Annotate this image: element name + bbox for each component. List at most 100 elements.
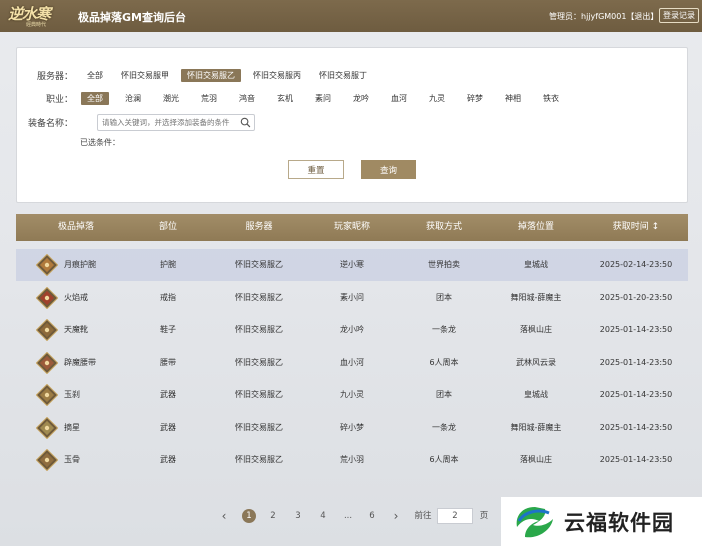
reset-button[interactable]: 重置 (288, 160, 344, 179)
cell-slot: 武器 (160, 455, 176, 464)
cell-server: 怀旧交易服乙 (235, 422, 283, 432)
cell-item-name: 天魔靴 (64, 325, 88, 334)
server-option-ding[interactable]: 怀旧交易服丁 (313, 69, 373, 82)
page-1-button[interactable]: 1 (242, 509, 256, 523)
page-3-button[interactable]: 3 (292, 508, 304, 524)
class-option-jiuling[interactable]: 九灵 (423, 92, 451, 105)
item-icon (36, 351, 58, 374)
class-option-longyin[interactable]: 龙吟 (347, 92, 375, 105)
selected-conditions-label: 已选条件： (80, 138, 120, 147)
equip-label: 装备名称： (27, 119, 73, 129)
class-option-tieyi[interactable]: 铁衣 (537, 92, 565, 105)
class-option-suimeng[interactable]: 碎梦 (461, 92, 489, 105)
class-option-hongyin[interactable]: 鸿音 (233, 92, 261, 105)
cell-method: 一条龙 (432, 422, 456, 432)
watermark: 云福软件园 (501, 497, 702, 546)
cell-time: 2025-01-14-23:50 (599, 357, 673, 367)
col-method: 获取方式 (425, 222, 462, 232)
class-option-shenxiang[interactable]: 神相 (499, 92, 527, 105)
equip-filter-row: 装备名称： (17, 116, 73, 129)
cell-item-name: 玉刹 (64, 390, 80, 399)
equip-search-input[interactable] (98, 115, 236, 130)
cell-server: 怀旧交易服乙 (235, 390, 283, 399)
cell-method: 团本 (436, 292, 452, 302)
table-body: 月痕护腕 护腕 怀旧交易服乙 逆小寒 世界拍卖 皇城战 2025-02-14-23:50 火焰… (16, 249, 688, 483)
cell-method: 一条龙 (432, 325, 456, 334)
col-player: 玩家昵称 (333, 222, 370, 232)
goto-page-input[interactable]: 2 (437, 508, 473, 524)
cell-slot: 护腕 (160, 260, 176, 269)
col-slot: 部位 (158, 222, 177, 232)
cell-server: 怀旧交易服乙 (235, 292, 283, 302)
prev-page-button[interactable]: ‹ (218, 508, 230, 524)
item-icon (36, 384, 58, 406)
table-row[interactable]: 月痕护腕 护腕 怀旧交易服乙 逆小寒 世界拍卖 皇城战 2025-02-14-23:50 (16, 249, 688, 281)
cell-player: 九小灵 (340, 390, 364, 399)
page-4-button[interactable]: 4 (317, 508, 329, 524)
goto-label: 前往 (414, 511, 432, 521)
page-title: 极品掉落GM查询后台 (78, 11, 186, 24)
cell-player: 龙小吟 (340, 325, 364, 334)
page-6-button[interactable]: 6 (366, 508, 378, 524)
cell-server: 怀旧交易服乙 (235, 357, 283, 367)
cell-item-name: 玉骨 (64, 455, 80, 464)
server-option-yi[interactable]: 怀旧交易服乙 (181, 69, 241, 82)
cell-player: 素小问 (340, 292, 364, 302)
server-option-bing[interactable]: 怀旧交易服丙 (247, 69, 307, 82)
cell-method: 团本 (436, 390, 452, 399)
server-option-jia[interactable]: 怀旧交易服甲 (115, 69, 175, 82)
table-row[interactable]: 玉刹 武器 怀旧交易服乙 九小灵 团本 皇城战 2025-01-14-23:50 (16, 379, 688, 411)
watermark-text: 云福软件园 (564, 511, 674, 535)
item-icon (36, 416, 58, 439)
item-icon (36, 254, 58, 276)
class-option-all[interactable]: 全部 (81, 92, 109, 105)
cell-server: 怀旧交易服乙 (235, 260, 283, 269)
class-option-huangyu[interactable]: 荒羽 (195, 92, 223, 105)
login-logs-button[interactable]: 登录记录 (659, 8, 699, 23)
col-item: 极品掉落 (57, 222, 94, 232)
cell-slot: 腰带 (160, 357, 176, 367)
cell-location: 皇城战 (524, 260, 548, 269)
cell-slot: 武器 (160, 390, 176, 399)
col-location: 掉落位置 (517, 222, 554, 232)
cell-method: 6人周本 (429, 455, 459, 464)
class-label: 职业： (45, 95, 73, 105)
class-option-xuanji[interactable]: 玄机 (271, 92, 299, 105)
class-option-xuehe[interactable]: 血河 (385, 92, 413, 105)
class-option-chaoguang[interactable]: 潮光 (157, 92, 185, 105)
cell-item-name: 辟魔腰带 (64, 357, 96, 367)
admin-info[interactable]: 管理员：hjjyfGM001【退出】 (549, 11, 658, 22)
cell-player: 血小河 (340, 357, 364, 367)
col-server: 服务器 (245, 222, 273, 232)
cell-item-name: 火焰戒 (64, 292, 88, 302)
class-option-suwen[interactable]: 素问 (309, 92, 337, 105)
table-row[interactable]: 辟魔腰带 腰带 怀旧交易服乙 血小河 6人周本 武林风云录 2025-01-14-23:50 (16, 347, 688, 379)
item-icon (36, 319, 58, 341)
table-row[interactable]: 摘星 武器 怀旧交易服乙 碎小梦 一条龙 舞阳城-薛魔主 2025-01-14-23:50 (16, 412, 688, 444)
cell-location: 舞阳城-薛魔主 (510, 422, 562, 432)
class-option-canglan[interactable]: 沧澜 (119, 92, 147, 105)
cell-item-name: 摘星 (64, 422, 80, 432)
next-page-button[interactable]: › (390, 508, 402, 524)
server-filter-row: 服务器： 全部 怀旧交易服甲 怀旧交易服乙 怀旧交易服丙 怀旧交易服丁 (17, 69, 373, 82)
cell-location: 落枫山庄 (520, 325, 552, 334)
logo-subtext: 經典時代 (26, 22, 47, 28)
page-2-button[interactable]: 2 (267, 508, 279, 524)
server-option-all[interactable]: 全部 (81, 69, 109, 82)
col-time-sortable[interactable]: 获取时间 ↕ (596, 214, 676, 241)
table-row[interactable]: 火焰戒 戒指 怀旧交易服乙 素小问 团本 舞阳城-薛魔主 2025-01-20-23:50 (16, 282, 688, 314)
cell-time: 2025-01-14-23:50 (599, 390, 673, 399)
cell-player: 逆小寒 (340, 260, 364, 269)
cell-slot: 鞋子 (160, 325, 176, 334)
table-row[interactable]: 天魔靴 鞋子 怀旧交易服乙 龙小吟 一条龙 落枫山庄 2025-01-14-23:50 (16, 314, 688, 346)
cell-method: 6人周本 (429, 357, 459, 367)
filter-panel: 服务器： 全部 怀旧交易服甲 怀旧交易服乙 怀旧交易服丙 怀旧交易服丁 职业： … (16, 47, 688, 203)
cell-player: 荒小羽 (340, 455, 364, 464)
cell-time: 2025-01-14-23:50 (599, 325, 673, 334)
search-icon[interactable] (240, 117, 251, 128)
cell-time: 2025-01-14-23:50 (599, 455, 673, 464)
query-button[interactable]: 查询 (361, 160, 416, 179)
game-logo: 逆水寒 經典時代 (6, 2, 64, 30)
cell-time: 2025-01-14-23:50 (599, 422, 673, 432)
table-row[interactable]: 玉骨 武器 怀旧交易服乙 荒小羽 6人周本 落枫山庄 2025-01-14-23:50 (16, 444, 688, 476)
